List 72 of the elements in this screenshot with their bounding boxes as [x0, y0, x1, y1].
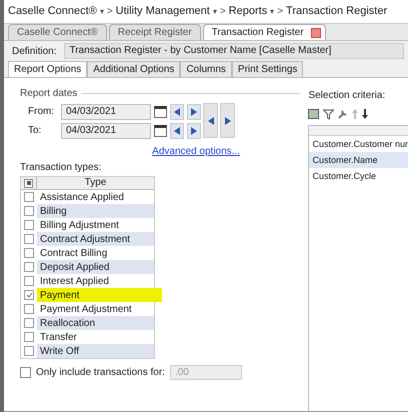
definition-field[interactable]: Transaction Register - by Customer Name [Caselle Master]: [64, 43, 404, 59]
advanced-options-link[interactable]: Advanced options...: [152, 144, 240, 159]
column-header: Type: [84, 177, 108, 189]
filter-icon[interactable]: [323, 108, 334, 120]
type-label: Contract Adjustment: [39, 232, 130, 246]
breadcrumb-link[interactable]: Caselle Connect®: [8, 3, 97, 20]
checkbox[interactable]: [24, 318, 34, 328]
section-title: Transaction types:: [20, 161, 102, 175]
definition-label: Definition:: [11, 44, 58, 58]
breadcrumb-link[interactable]: Transaction Register: [286, 3, 388, 20]
type-label: Reallocation: [39, 316, 96, 330]
left-triangle-icon: [208, 116, 214, 124]
checkbox[interactable]: [24, 304, 34, 314]
calendar-icon[interactable]: [154, 124, 167, 136]
date-field[interactable]: 04/03/2021: [61, 104, 151, 120]
checkbox[interactable]: [24, 220, 34, 230]
section-title: Report dates: [20, 87, 78, 101]
checkbox[interactable]: [20, 367, 31, 378]
right-triangle-icon: [224, 116, 230, 124]
option-tab[interactable]: Additional Options: [87, 61, 180, 77]
type-label: Transfer: [39, 330, 77, 344]
checkbox-label: Only include transactions for:: [36, 366, 165, 380]
type-label: Billing: [39, 204, 67, 218]
checkbox[interactable]: [24, 206, 34, 216]
calendar-icon[interactable]: [154, 106, 167, 118]
breadcrumb-separator: >: [277, 5, 284, 19]
right-triangle-icon: [191, 108, 197, 116]
caret-icon[interactable]: ▾: [212, 6, 217, 18]
breadcrumb-link[interactable]: Utility Management: [116, 3, 210, 20]
previous-button[interactable]: [203, 103, 218, 138]
previous-button[interactable]: [170, 122, 184, 138]
checkbox[interactable]: [24, 248, 34, 258]
section-title: Selection criteria:: [308, 89, 386, 103]
down-arrow-icon[interactable]: [362, 109, 368, 119]
select-all-checkbox[interactable]: [24, 178, 33, 188]
date-field[interactable]: 04/03/2021: [61, 122, 151, 138]
criteria-item[interactable]: Customer.Name: [309, 152, 408, 168]
next-button[interactable]: [187, 122, 201, 138]
type-label: Assistance Applied: [39, 190, 124, 204]
type-label: Contract Billing: [39, 246, 108, 260]
option-tab[interactable]: Columns: [180, 61, 232, 77]
date-label: To:: [28, 124, 42, 138]
left-triangle-icon: [174, 108, 180, 116]
type-label: Payment Adjustment: [39, 302, 132, 316]
checkbox[interactable]: [24, 234, 34, 244]
breadcrumb-separator: >: [106, 5, 113, 19]
close-icon[interactable]: [310, 28, 321, 38]
type-label: Deposit Applied: [39, 260, 110, 274]
breadcrumb-separator: >: [220, 5, 226, 19]
checkbox[interactable]: [24, 192, 34, 202]
right-triangle-icon: [191, 126, 197, 134]
checkbox[interactable]: [24, 290, 34, 300]
option-tab[interactable]: Print Settings: [232, 61, 304, 77]
checkbox[interactable]: [24, 346, 34, 356]
checkbox[interactable]: [24, 332, 34, 342]
wrench-icon[interactable]: [338, 109, 348, 119]
breadcrumb-link[interactable]: Reports: [228, 3, 268, 20]
caret-icon[interactable]: ▾: [100, 6, 104, 18]
option-tab[interactable]: Report Options: [8, 61, 88, 77]
grid-icon[interactable]: [308, 109, 320, 119]
left-triangle-icon: [174, 126, 180, 134]
date-label: From:: [28, 105, 56, 119]
type-label: Interest Applied: [39, 274, 109, 288]
type-label: Payment: [39, 288, 80, 302]
type-label: Write Off: [39, 344, 80, 358]
previous-button[interactable]: [170, 104, 184, 120]
next-button[interactable]: [187, 104, 201, 120]
checkbox[interactable]: [24, 262, 34, 272]
type-label: Billing Adjustment: [39, 218, 119, 232]
next-button[interactable]: [220, 103, 235, 138]
caret-icon[interactable]: ▾: [270, 6, 274, 18]
checkbox[interactable]: [24, 276, 34, 286]
